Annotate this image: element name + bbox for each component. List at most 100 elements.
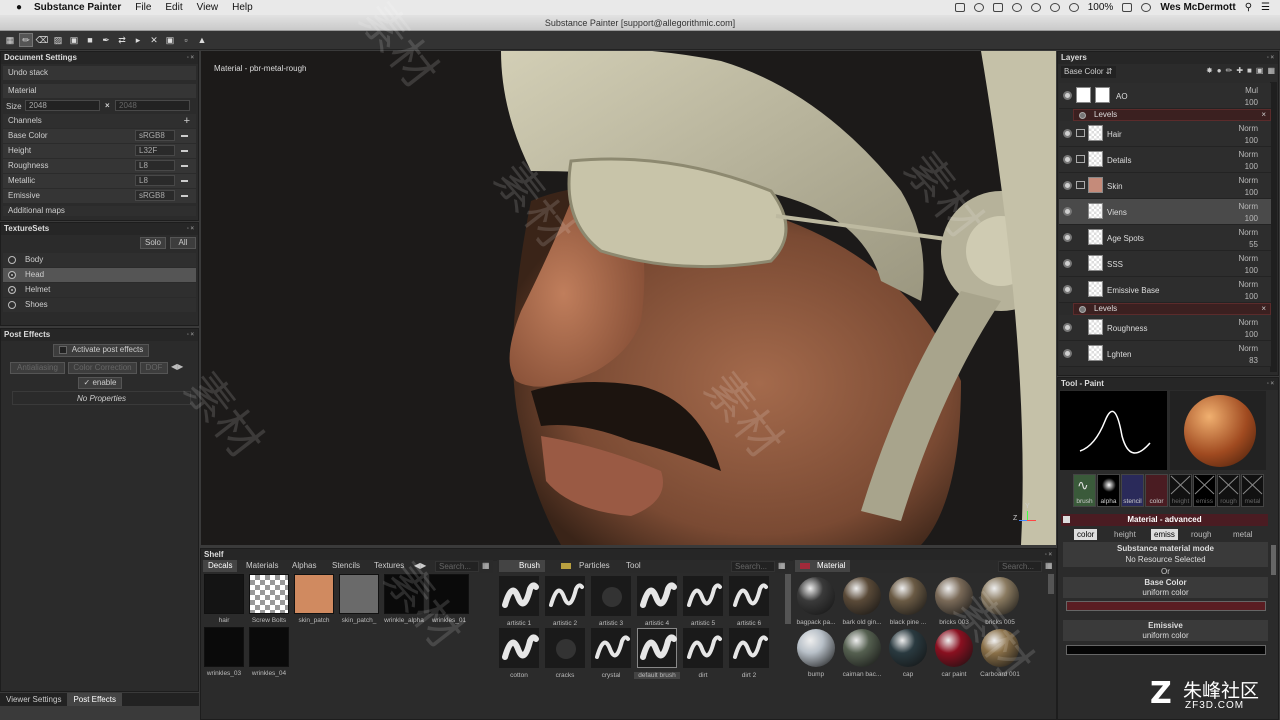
decal-thumbnail[interactable] <box>429 574 469 614</box>
brush-thumbnail[interactable] <box>637 576 677 616</box>
channel-row[interactable]: Emissive sRGB8 <box>3 189 196 203</box>
remove-effect-icon[interactable]: × <box>1261 304 1266 314</box>
battery-icon[interactable] <box>1122 3 1133 12</box>
visibility-eye-icon[interactable] <box>1063 323 1072 332</box>
cloud-icon[interactable] <box>1011 3 1022 12</box>
layer-blend[interactable]: Norm 100 <box>1238 149 1258 173</box>
tab-alphas[interactable]: Alphas <box>287 560 321 572</box>
grid-view-icon[interactable]: ▦ <box>482 561 490 570</box>
panel-float-icon[interactable]: ▫ × <box>1267 52 1274 64</box>
add-channel-icon[interactable]: + <box>184 114 190 128</box>
layer-opacity[interactable]: 100 <box>1238 265 1258 277</box>
visibility-eye-icon[interactable] <box>1063 129 1072 138</box>
layer-blend[interactable]: Norm 100 <box>1238 175 1258 199</box>
layer-row[interactable]: Roughness Norm 100 <box>1059 315 1271 341</box>
layer-opacity[interactable]: 100 <box>1245 97 1258 109</box>
tool-channel-alpha[interactable]: alpha <box>1097 474 1120 507</box>
effect-icon[interactable]: ✸ <box>1206 66 1213 75</box>
material-tab-color[interactable]: color <box>1074 529 1098 540</box>
material-tab-height[interactable]: height <box>1111 529 1139 540</box>
layer-row[interactable]: AO Mul 100 <box>1059 83 1271 109</box>
tool-scrollbar[interactable] <box>1271 545 1276 575</box>
radio-icon[interactable] <box>8 286 16 294</box>
camera-icon[interactable] <box>954 3 965 12</box>
menu-file[interactable]: File <box>135 2 151 13</box>
radio-icon[interactable] <box>8 301 16 309</box>
layer-row[interactable]: SSS Norm 100 <box>1059 251 1271 277</box>
layer-row[interactable]: Viens Norm 100 <box>1059 199 1271 225</box>
layer-row[interactable]: Details Norm 100 <box>1059 147 1271 173</box>
paint-icon[interactable]: ✏ <box>1226 66 1233 75</box>
tab-dof[interactable]: DOF <box>140 362 168 374</box>
material-row[interactable]: Material <box>3 84 196 98</box>
polygon-fill-tool-icon[interactable]: ▣ <box>67 33 81 47</box>
layer-opacity[interactable]: 100 <box>1238 187 1258 199</box>
material-tab-emiss[interactable]: emiss <box>1151 529 1178 540</box>
visibility-eye-icon[interactable] <box>1063 259 1072 268</box>
decal-thumbnail[interactable] <box>249 574 289 614</box>
user-icon[interactable] <box>1141 3 1152 12</box>
levels-effect[interactable]: Levels × <box>1073 303 1271 315</box>
levels-effect[interactable]: Levels × <box>1073 109 1271 121</box>
layer-row[interactable]: Age Spots Norm 55 <box>1059 225 1271 251</box>
clone-tool-icon[interactable]: ■ <box>83 33 97 47</box>
remove-effect-icon[interactable]: × <box>1261 110 1266 120</box>
tool-channel-emiss[interactable]: emiss <box>1193 474 1216 507</box>
visibility-eye-icon[interactable] <box>1063 155 1072 164</box>
blend-mode[interactable]: Norm <box>1238 123 1258 135</box>
blend-mode[interactable]: Norm <box>1238 279 1258 291</box>
layer-blend[interactable]: Norm 100 <box>1238 253 1258 277</box>
emissive-swatch[interactable] <box>1066 645 1266 655</box>
tab-scroll-arrows-icon[interactable]: ◀▶ <box>171 362 183 371</box>
tool-channel-color[interactable]: color <box>1145 474 1168 507</box>
blend-mode[interactable]: Norm <box>1238 343 1258 355</box>
brush-thumbnail[interactable] <box>545 576 585 616</box>
notification-icon[interactable]: ☰ <box>1261 2 1270 13</box>
symmetry-icon[interactable]: ⇄ <box>115 33 129 47</box>
all-button[interactable]: All <box>170 237 196 249</box>
material-search-input[interactable]: Search... <box>998 561 1042 572</box>
tool-channel-metal[interactable]: metal <box>1241 474 1264 507</box>
decal-thumbnail[interactable] <box>204 627 244 667</box>
textureset-head[interactable]: Head <box>3 268 196 282</box>
menu-edit[interactable]: Edit <box>165 2 182 13</box>
material-preset-sphere[interactable] <box>843 577 881 615</box>
3d-viewport[interactable]: Material - pbr-metal-rough Y Z <box>201 51 1056 545</box>
folder-icon[interactable] <box>1076 155 1085 163</box>
apple-icon[interactable]: ● <box>12 1 26 15</box>
layer-row[interactable]: Lghten Norm 83 <box>1059 341 1271 367</box>
visibility-eye-icon[interactable] <box>1063 285 1072 294</box>
tool-channel-stencil[interactable]: stencil <box>1121 474 1144 507</box>
activate-post-effects-button[interactable]: Activate post effects <box>53 344 149 357</box>
tool-channel-rough[interactable]: rough <box>1217 474 1240 507</box>
layer-row[interactable]: Hair Norm 100 <box>1059 121 1271 147</box>
grid-menu-icon[interactable]: ▦ <box>3 33 17 47</box>
display-icon[interactable]: ▫ <box>179 33 193 47</box>
visibility-eye-icon[interactable] <box>1063 233 1072 242</box>
material-preset-sphere[interactable] <box>981 629 1019 667</box>
solo-button[interactable]: Solo <box>140 237 166 249</box>
material-preset-sphere[interactable] <box>935 629 973 667</box>
add-fill-icon[interactable]: ✚ <box>1236 66 1243 75</box>
menu-view[interactable]: View <box>197 2 219 13</box>
tab-materials[interactable]: Materials <box>241 560 283 572</box>
layer-opacity[interactable]: 100 <box>1238 135 1258 147</box>
brush-scrollbar[interactable] <box>785 574 791 624</box>
channel-format-select[interactable]: L8 <box>135 175 175 186</box>
material-preset-sphere[interactable] <box>935 577 973 615</box>
tabs-scroll-arrows-icon[interactable]: ◀▶ <box>414 561 426 570</box>
textureset-shoes[interactable]: Shoes <box>3 298 196 312</box>
size-height-select[interactable]: 2048 <box>115 100 190 111</box>
add-layer-icon[interactable]: ■ <box>1247 66 1252 75</box>
channel-row[interactable]: Base Color sRGB8 <box>3 129 196 143</box>
checkbox-icon[interactable] <box>1063 516 1070 523</box>
render-icon[interactable]: ▲ <box>195 33 209 47</box>
visibility-eye-icon[interactable] <box>1063 181 1072 190</box>
channel-row[interactable]: Height L32F <box>3 144 196 158</box>
material-preset-sphere[interactable] <box>889 629 927 667</box>
camera-mode-icon[interactable]: ✕ <box>147 33 161 47</box>
brush-thumbnail[interactable] <box>591 576 631 616</box>
blend-mode[interactable]: Norm <box>1238 149 1258 161</box>
emissive-section[interactable]: Emissive uniform color <box>1063 620 1268 641</box>
panel-float-icon[interactable]: ▫ × <box>187 52 194 64</box>
